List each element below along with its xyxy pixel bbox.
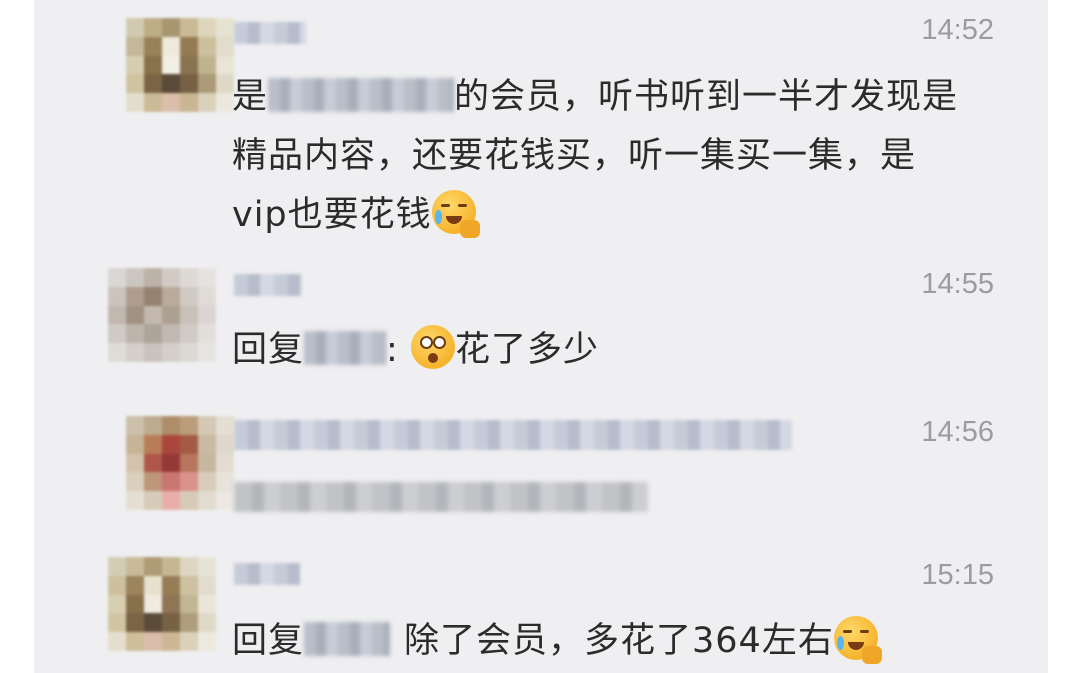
sender-name [234, 563, 300, 585]
reply-prefix: 回复 [232, 621, 305, 661]
astonished-face-icon [410, 325, 455, 369]
crying-face-icon [833, 616, 882, 664]
avatar[interactable] [108, 268, 216, 362]
redacted-reply-target [304, 622, 391, 656]
avatar[interactable] [126, 416, 234, 510]
message-time: 14:52 [921, 14, 994, 46]
avatar[interactable] [126, 18, 234, 112]
message-text: 回复: 花了多少 [232, 321, 1022, 380]
redacted-message-text [234, 482, 648, 512]
message-text-body: 除了会员，多花了364左右 [404, 621, 834, 661]
redacted-app-name [268, 78, 455, 112]
message-time: 14:56 [921, 416, 994, 448]
message-text-line3: vip也要花钱 [232, 195, 432, 235]
reply-prefix: 回复 [232, 330, 305, 370]
reply-colon: : [386, 330, 399, 370]
message-text-line1: 的会员，听书听到一半才发现是 [454, 77, 959, 117]
sender-name [234, 274, 302, 296]
chat-message: 15:15 回复 除了会员，多花了364左右 [34, 545, 1048, 673]
avatar[interactable] [108, 557, 216, 651]
message-time: 15:15 [921, 559, 994, 591]
chat-message: 14:52 是 的会员，听书听到一半才发现是 精品内容，还要花钱买，听一集买一集，… [34, 0, 1048, 250]
chat-message: 14:56 [34, 400, 1048, 545]
message-text: 是 的会员，听书听到一半才发现是 精品内容，还要花钱买，听一集买一集，是 vip也… [232, 68, 1022, 245]
sender-name [234, 420, 792, 450]
message-text-line2: 精品内容，还要花钱买，听一集买一集，是 [232, 136, 917, 176]
message-text-start: 是 [232, 77, 269, 117]
crying-face-icon [431, 190, 480, 238]
chat-message: 14:55 回复: 花了多少 [34, 250, 1048, 400]
sender-name [234, 22, 306, 44]
chat-panel: 14:52 是 的会员，听书听到一半才发现是 精品内容，还要花钱买，听一集买一集，… [34, 0, 1048, 673]
message-time: 14:55 [921, 268, 994, 300]
message-text: 回复 除了会员，多花了364左右 [232, 612, 1022, 671]
message-text-body: 花了多少 [454, 330, 599, 370]
redacted-reply-target [304, 331, 387, 365]
